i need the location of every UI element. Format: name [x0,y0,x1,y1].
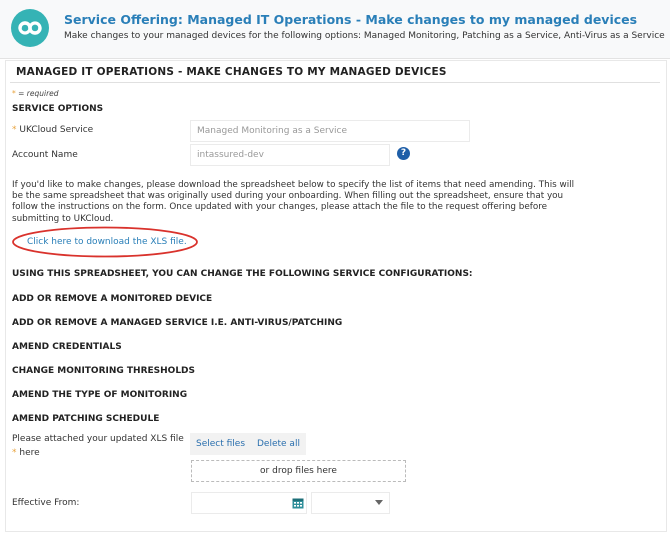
select-files-button[interactable]: Select files [190,433,252,455]
form-section-title: MANAGED IT OPERATIONS - MAKE CHANGES TO … [16,66,447,78]
download-xls-link[interactable]: Click here to download the XLS file. [27,237,187,247]
delete-all-button[interactable]: Delete all [251,433,306,455]
effective-from-label: Effective From: [12,498,80,508]
config-item-heading: AMEND PATCHING SCHEDULE [12,414,160,424]
required-legend-text: = required [15,89,59,98]
ukcloud-service-field[interactable]: Managed Monitoring as a Service [190,120,470,142]
chevron-down-icon[interactable] [375,500,383,505]
config-item-heading: AMEND THE TYPE OF MONITORING [12,390,188,400]
service-options-heading: SERVICE OPTIONS [12,104,104,114]
config-intro-heading: USING THIS SPREADSHEET, YOU CAN CHANGE T… [12,269,473,279]
ukcloud-service-label-text: UKCloud Service [16,125,94,135]
config-item-heading: CHANGE MONITORING THRESHOLDS [12,366,196,376]
header-divider [0,58,670,59]
ukcloud-logo-icon [11,9,49,47]
ukcloud-service-label: * UKCloud Service [12,125,93,135]
account-name-field[interactable]: intassured-dev [190,144,390,166]
calendar-icon[interactable] [292,497,304,509]
section-divider [10,82,660,83]
required-legend: * = required [12,89,59,98]
page-header [0,0,670,58]
page-subtitle: Make changes to your managed devices for… [64,31,665,41]
instructions-text: If you'd like to make changes, please do… [12,180,575,224]
effective-date-input[interactable] [191,492,307,514]
page-title: Service Offering: Managed IT Operations … [64,12,638,27]
attachment-label: Please attached your updated XLS file [12,434,184,444]
attachment-label-here: here [16,448,40,458]
file-drop-zone[interactable]: or drop files here [191,460,406,482]
help-icon[interactable]: ? [397,147,410,160]
config-item-heading: AMEND CREDENTIALS [12,342,122,352]
config-item-heading: ADD OR REMOVE A MONITORED DEVICE [12,294,213,304]
attachment-label-line2: * here [12,448,40,458]
account-name-label: Account Name [12,150,78,160]
config-item-heading: ADD OR REMOVE A MANAGED SERVICE I.E. ANT… [12,318,343,328]
